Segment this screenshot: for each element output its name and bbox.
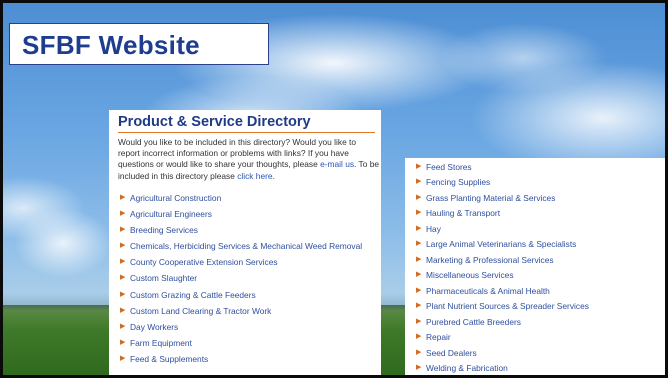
directory-item[interactable]: ▶ Breeding Services <box>118 225 376 236</box>
directory-item[interactable]: ▶ Seed Dealers <box>414 348 664 359</box>
triangle-right-icon: ▶ <box>416 271 422 279</box>
directory-item-label: Seed Dealers <box>426 347 477 358</box>
directory-item[interactable]: ▶ Large Animal Veterinarians & Specialist… <box>414 239 664 250</box>
directory-item-label: Purebred Cattle Breeders <box>426 316 521 327</box>
triangle-right-icon: ▶ <box>416 178 422 186</box>
email-us-link[interactable]: e-mail us <box>320 159 354 169</box>
triangle-right-icon: ▶ <box>120 210 126 218</box>
slide-title-box: SFBF Website <box>9 23 269 65</box>
directory-list-right: ▶ Feed Stores ▶ Fencing Supplies ▶ Grass Plan… <box>414 162 664 375</box>
directory-item-label: Hauling & Transport <box>426 208 501 219</box>
directory-item[interactable]: ▶ Purebred Cattle Breeders <box>414 317 664 328</box>
directory-item-label: Custom Land Clearing & Tractor Work <box>130 305 272 316</box>
directory-item-label: Farm Equipment <box>130 337 192 348</box>
directory-item[interactable]: ▶ Custom Grazing & Cattle Feeders <box>118 290 376 301</box>
triangle-right-icon: ▶ <box>120 242 126 250</box>
triangle-right-icon: ▶ <box>416 209 422 217</box>
directory-item-label: Pharmaceuticals & Animal Health <box>426 285 550 296</box>
directory-item[interactable]: ▶ Chemicals, Herbiciding Services & Mecha… <box>118 241 376 252</box>
directory-item-label: Welding & Fabrication <box>426 363 508 374</box>
directory-item[interactable]: ▶ Feed Stores <box>414 162 664 173</box>
triangle-right-icon: ▶ <box>416 255 422 263</box>
triangle-right-icon: ▶ <box>416 317 422 325</box>
slide-title: SFBF Website <box>22 30 200 60</box>
directory-item-label: Miscellaneous Services <box>426 270 514 281</box>
triangle-right-icon: ▶ <box>416 193 422 201</box>
directory-item-label: Breeding Services <box>130 225 198 236</box>
triangle-right-icon: ▶ <box>416 364 422 372</box>
directory-item[interactable]: ▶ Welding & Fabrication <box>414 363 664 374</box>
triangle-right-icon: ▶ <box>120 290 126 298</box>
directory-item[interactable]: ▶ Pharmaceuticals & Animal Health <box>414 286 664 297</box>
triangle-right-icon: ▶ <box>120 194 126 201</box>
triangle-right-icon: ▶ <box>416 302 422 310</box>
directory-item-label: Chemicals, Herbiciding Services & Mechan… <box>130 241 363 252</box>
directory-item-label: Agricultural Engineers <box>130 209 212 220</box>
directory-item[interactable]: ▶ Feed & Supplements <box>118 354 376 365</box>
triangle-right-icon: ▶ <box>416 163 422 170</box>
directory-item[interactable]: ▶ County Cooperative Extension Services <box>118 257 376 268</box>
directory-item[interactable]: ▶ Fencing Supplies <box>414 177 664 188</box>
directory-item[interactable]: ▶ Marketing & Professional Services <box>414 255 664 266</box>
directory-item[interactable]: ▶ Agricultural Engineers <box>118 209 376 220</box>
triangle-right-icon: ▶ <box>120 226 126 234</box>
directory-item[interactable]: ▶ Hay <box>414 224 664 235</box>
triangle-right-icon: ▶ <box>120 274 126 282</box>
directory-item[interactable]: ▶ Custom Land Clearing & Tractor Work <box>118 306 376 317</box>
click-here-link[interactable]: click here <box>237 171 272 181</box>
slide-frame: SFBF Website Product & Service Directory… <box>3 3 665 375</box>
directory-item-label: Day Workers <box>130 321 179 332</box>
triangle-right-icon: ▶ <box>416 333 422 341</box>
directory-item-label: Feed Stores <box>426 162 472 172</box>
directory-item[interactable]: ▶ Agricultural Construction <box>118 193 376 204</box>
directory-item[interactable]: ▶ Plant Nutrient Sources & Spreader Servi… <box>414 301 664 312</box>
triangle-right-icon: ▶ <box>120 322 126 330</box>
triangle-right-icon: ▶ <box>416 224 422 232</box>
directory-item-label: Custom Grazing & Cattle Feeders <box>130 289 256 300</box>
directory-item-label: Plant Nutrient Sources & Spreader Servic… <box>426 301 589 312</box>
directory-list-left: ▶ Agricultural Construction ▶ Agricultural … <box>118 193 376 370</box>
directory-heading: Product & Service Directory <box>118 114 375 133</box>
directory-item[interactable]: ▶ Hauling & Transport <box>414 208 664 219</box>
directory-screenshot-right: ▶ Feed Stores ▶ Fencing Supplies ▶ Grass Plan… <box>405 158 665 375</box>
directory-item-label: Repair <box>426 332 451 343</box>
directory-item[interactable]: ▶ Grass Planting Material & Services <box>414 193 664 204</box>
directory-item[interactable]: ▶ Custom Slaughter <box>118 273 376 284</box>
directory-item-label: Feed & Supplements <box>130 353 209 364</box>
intro-text-3: . <box>272 170 275 181</box>
directory-item-label: Fencing Supplies <box>426 177 491 188</box>
triangle-right-icon: ▶ <box>120 306 126 314</box>
directory-item-label: Large Animal Veterinarians & Specialists <box>426 239 577 250</box>
directory-item[interactable]: ▶ Miscellaneous Services <box>414 270 664 281</box>
triangle-right-icon: ▶ <box>120 354 126 362</box>
directory-item-label: Marketing & Professional Services <box>426 254 554 265</box>
directory-item-label: Custom Slaughter <box>130 273 198 284</box>
directory-item[interactable]: ▶ Day Workers <box>118 322 376 333</box>
directory-item-label: County Cooperative Extension Services <box>130 257 278 268</box>
triangle-right-icon: ▶ <box>120 258 126 266</box>
directory-item[interactable]: ▶ Repair <box>414 332 664 343</box>
triangle-right-icon: ▶ <box>416 240 422 248</box>
directory-item-label: Grass Planting Material & Services <box>426 192 556 203</box>
triangle-right-icon: ▶ <box>416 286 422 294</box>
directory-intro: Would you like to be included in this di… <box>118 137 380 182</box>
triangle-right-icon: ▶ <box>120 338 126 346</box>
directory-screenshot-left: Product & Service Directory Would you li… <box>109 110 381 375</box>
directory-item-label: Agricultural Construction <box>130 193 222 203</box>
directory-item[interactable]: ▶ Farm Equipment <box>118 338 376 349</box>
directory-item-label: Hay <box>426 223 441 234</box>
triangle-right-icon: ▶ <box>416 348 422 356</box>
